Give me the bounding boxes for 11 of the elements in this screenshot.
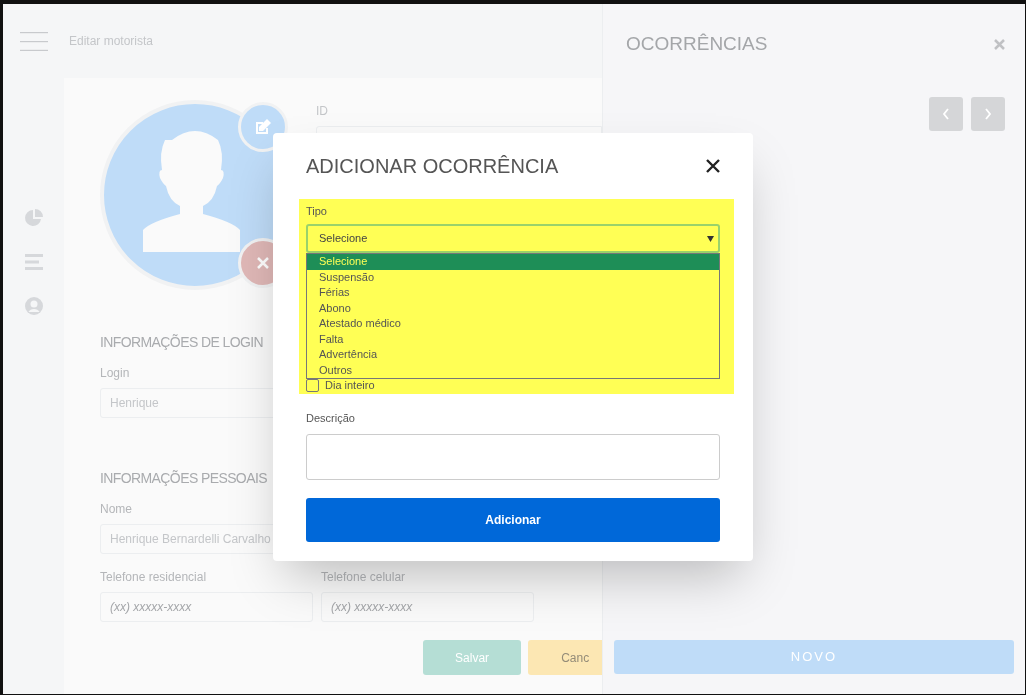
field-label: Nome [100, 501, 132, 518]
field-label: Telefone celular [321, 569, 406, 586]
checkbox-label: Dia inteiro [325, 378, 375, 394]
field-label: Login [100, 365, 130, 382]
section-heading: INFORMAÇÕES PESSOAIS [100, 469, 267, 488]
field-label: Telefone residencial [100, 569, 207, 586]
panel-title: OCORRÊNCIAS [626, 32, 768, 56]
field-label: Tipo [306, 204, 328, 217]
section-heading: INFORMAÇÕES DE LOGIN [100, 333, 264, 352]
dialog-title: ADICIONAR OCORRÊNCIA [306, 154, 559, 179]
select-value: Selecione [319, 231, 368, 247]
